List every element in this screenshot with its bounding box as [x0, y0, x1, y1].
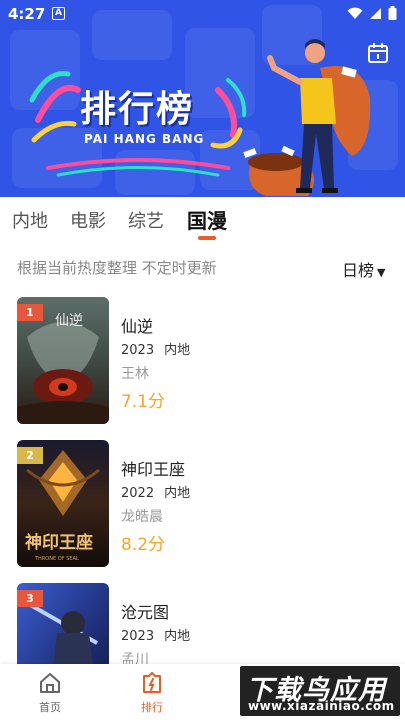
poster-image: 仙逆 1: [17, 297, 109, 424]
tab-variety[interactable]: 综艺: [128, 207, 164, 233]
rank-badge: 3: [17, 590, 43, 607]
item-meta: 2023 内地: [121, 625, 190, 644]
caret-down-icon: ▼: [377, 266, 386, 279]
poster-image: 神印王座 THRONE OF SEAL 2: [17, 440, 109, 567]
cellular-icon: [370, 7, 381, 19]
status-bar: 4:27 A: [0, 0, 405, 28]
rank-badge: 1: [17, 304, 43, 321]
list-description: 根据当前热度整理 不定时更新: [17, 259, 217, 277]
item-meta: 2023 内地: [121, 339, 190, 358]
notification-icon: A: [52, 7, 65, 20]
nav-home-label: 首页: [39, 701, 61, 714]
item-year: 2023: [121, 629, 155, 644]
item-year: 2023: [121, 343, 155, 358]
item-title: 沧元图: [121, 603, 170, 622]
nav-ranking-label: 排行: [141, 701, 163, 714]
app-root: 4:27 A 排行榜 PAI HANG BANG 内地 电影 综艺 国漫 根据当…: [0, 0, 405, 720]
poster-subtitle: THRONE OF SEAL: [34, 556, 79, 562]
period-label: 日榜: [342, 261, 375, 280]
tab-movie[interactable]: 电影: [70, 207, 106, 233]
rank-badge: 2: [17, 447, 43, 464]
period-dropdown[interactable]: 日榜 ▼: [342, 257, 385, 281]
tab-mainland[interactable]: 内地: [12, 207, 48, 233]
item-region: 内地: [164, 629, 191, 644]
home-icon: [40, 673, 60, 693]
item-role: 龙皓晨: [121, 509, 163, 525]
banner-title: 排行榜: [80, 89, 195, 130]
ranking-icon: [143, 672, 161, 693]
nav-home[interactable]: 首页: [20, 672, 80, 715]
item-score: 7.1分: [121, 392, 166, 412]
wifi-icon: [347, 7, 363, 19]
item-score: 8.2分: [121, 535, 166, 555]
tab-chinese-animation[interactable]: 国漫: [187, 205, 227, 234]
item-year: 2022: [121, 486, 155, 501]
list-item[interactable]: 仙逆 1 仙逆 2023 内地 王林 7.1分: [17, 297, 397, 425]
poster-title: 仙逆: [55, 313, 83, 329]
item-meta: 2022 内地: [121, 482, 190, 501]
watermark: 下载鸟应用 www.xiazainiao.com: [240, 666, 400, 716]
item-region: 内地: [164, 486, 191, 501]
list-item[interactable]: 神印王座 THRONE OF SEAL 2 神印王座 2022 内地 龙皓晨 8.…: [17, 440, 397, 568]
ranking-banner: 4:27 A 排行榜 PAI HANG BANG: [0, 0, 405, 197]
battery-icon: [388, 6, 397, 20]
item-role: 王林: [121, 366, 149, 382]
item-title: 仙逆: [121, 317, 154, 336]
banner-subtitle: PAI HANG BANG: [84, 132, 205, 146]
status-time: 4:27: [8, 5, 46, 23]
poster-title: 神印王座: [25, 532, 93, 553]
watermark-url: www.xiazainiao.com: [248, 699, 395, 713]
status-icons: [347, 6, 397, 20]
person-illustration: [243, 39, 371, 196]
tab-indicator: [198, 236, 216, 240]
nav-ranking[interactable]: 排行: [122, 672, 182, 715]
item-region: 内地: [164, 343, 191, 358]
item-title: 神印王座: [121, 460, 186, 479]
